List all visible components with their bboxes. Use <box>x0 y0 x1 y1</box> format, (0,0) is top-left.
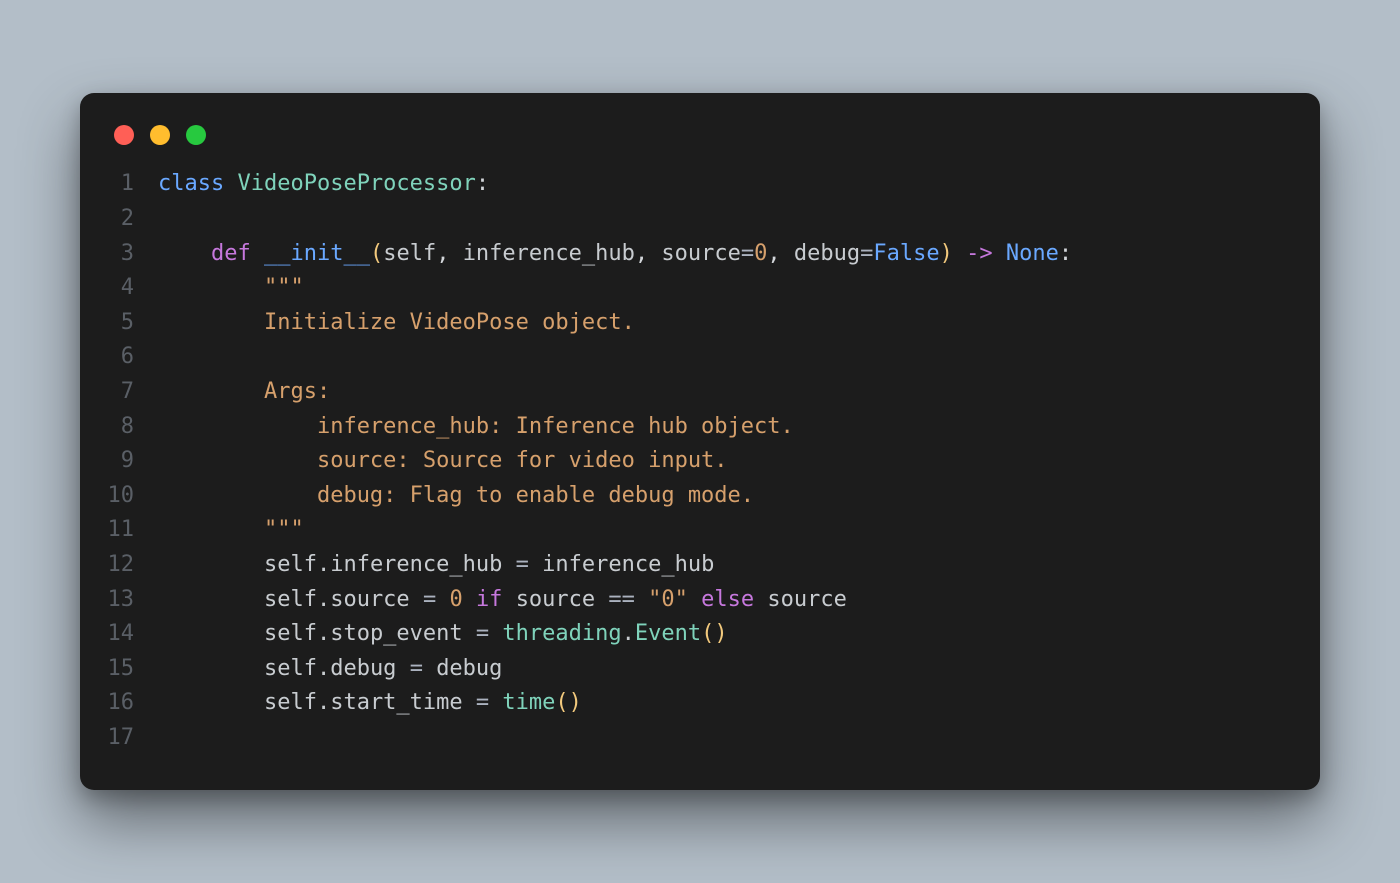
line-number: 10 <box>106 479 158 514</box>
code-content: self.inference_hub = inference_hub <box>158 548 714 583</box>
code-editor[interactable]: 1 class VideoPoseProcessor: 2 3 def __in… <box>106 167 1294 755</box>
line-number: 2 <box>106 202 158 237</box>
code-line: 7 Args: <box>106 375 1294 410</box>
line-number: 4 <box>106 271 158 306</box>
code-line: 9 source: Source for video input. <box>106 444 1294 479</box>
code-line: 13 self.source = 0 if source == "0" else… <box>106 583 1294 618</box>
code-content: self.source = 0 if source == "0" else so… <box>158 583 847 618</box>
code-line: 16 self.start_time = time() <box>106 686 1294 721</box>
code-content: debug: Flag to enable debug mode. <box>158 479 754 514</box>
line-number: 7 <box>106 375 158 410</box>
code-content: Args: <box>158 375 330 410</box>
code-line: 8 inference_hub: Inference hub object. <box>106 410 1294 445</box>
zoom-icon[interactable] <box>186 125 206 145</box>
close-icon[interactable] <box>114 125 134 145</box>
code-line: 6 <box>106 340 1294 375</box>
line-number: 9 <box>106 444 158 479</box>
code-content: """ <box>158 271 304 306</box>
minimize-icon[interactable] <box>150 125 170 145</box>
code-content: Initialize VideoPose object. <box>158 306 635 341</box>
line-number: 12 <box>106 548 158 583</box>
line-number: 11 <box>106 513 158 548</box>
line-number: 5 <box>106 306 158 341</box>
line-number: 16 <box>106 686 158 721</box>
code-line: 14 self.stop_event = threading.Event() <box>106 617 1294 652</box>
code-line: 10 debug: Flag to enable debug mode. <box>106 479 1294 514</box>
traffic-lights <box>106 119 1294 167</box>
line-number: 8 <box>106 410 158 445</box>
code-window: 1 class VideoPoseProcessor: 2 3 def __in… <box>80 93 1320 789</box>
line-number: 17 <box>106 721 158 756</box>
code-content: source: Source for video input. <box>158 444 728 479</box>
code-content: """ <box>158 513 304 548</box>
code-content: inference_hub: Inference hub object. <box>158 410 794 445</box>
line-number: 6 <box>106 340 158 375</box>
code-line: 3 def __init__(self, inference_hub, sour… <box>106 237 1294 272</box>
code-line: 1 class VideoPoseProcessor: <box>106 167 1294 202</box>
line-number: 1 <box>106 167 158 202</box>
code-content: self.start_time = time() <box>158 686 582 721</box>
code-line: 2 <box>106 202 1294 237</box>
line-number: 3 <box>106 237 158 272</box>
code-line: 4 """ <box>106 271 1294 306</box>
code-content: def __init__(self, inference_hub, source… <box>158 237 1072 272</box>
line-number: 13 <box>106 583 158 618</box>
code-line: 15 self.debug = debug <box>106 652 1294 687</box>
code-content: self.stop_event = threading.Event() <box>158 617 728 652</box>
code-line: 12 self.inference_hub = inference_hub <box>106 548 1294 583</box>
code-line: 17 <box>106 721 1294 756</box>
code-content: class VideoPoseProcessor: <box>158 167 489 202</box>
code-line: 5 Initialize VideoPose object. <box>106 306 1294 341</box>
line-number: 15 <box>106 652 158 687</box>
line-number: 14 <box>106 617 158 652</box>
code-line: 11 """ <box>106 513 1294 548</box>
code-content: self.debug = debug <box>158 652 502 687</box>
